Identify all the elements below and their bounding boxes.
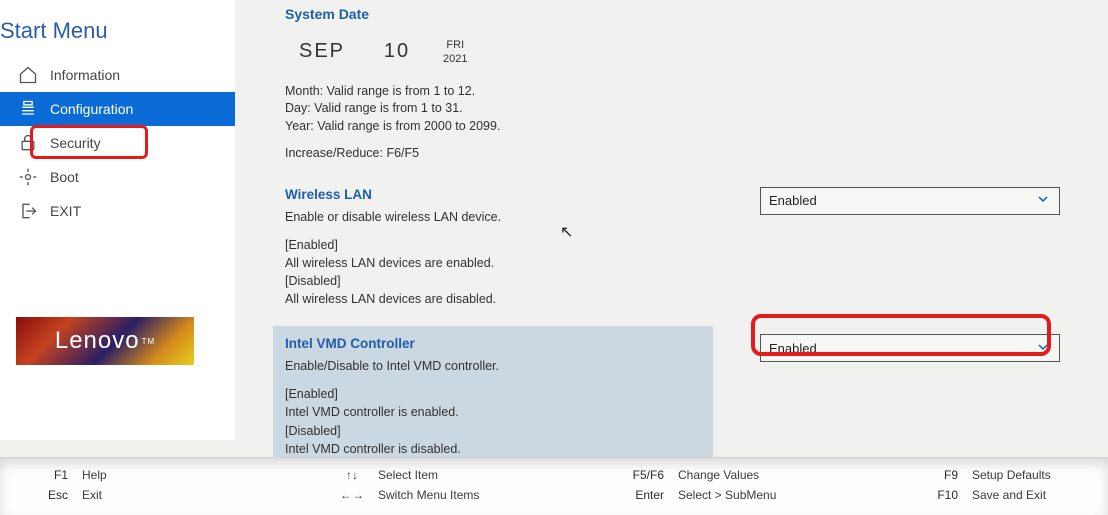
sidebar-item-label: Configuration xyxy=(50,101,133,117)
footer-f1: F1 Help xyxy=(40,468,107,482)
label-select-submenu: Select > SubMenu xyxy=(678,488,776,502)
footer-esc: Esc Exit xyxy=(40,488,107,502)
key-f10: F10 xyxy=(930,488,958,502)
hint-adjust-keys: Increase/Reduce: F6/F5 xyxy=(285,145,1058,163)
footer-col-1: F1 Help Esc Exit xyxy=(40,468,107,502)
system-date-row: SEP 10 FRI 2021 xyxy=(285,32,1058,73)
footer-enter: Enter Select > SubMenu xyxy=(620,488,776,502)
intel-vmd-select-wrap: Enabled xyxy=(760,334,1060,362)
date-month[interactable]: SEP xyxy=(285,32,359,73)
vmd-disabled-desc: Intel VMD controller is disabled. xyxy=(285,442,461,456)
key-esc: Esc xyxy=(40,488,68,502)
wireless-lan-desc: Enable or disable wireless LAN device. [… xyxy=(285,208,715,309)
system-date-title: System Date xyxy=(285,6,1058,22)
sidebar-item-security[interactable]: Security xyxy=(0,126,235,160)
sidebar-item-label: Security xyxy=(50,135,101,151)
key-f5f6: F5/F6 xyxy=(620,468,664,482)
vmd-enabled-desc: Intel VMD controller is enabled. xyxy=(285,405,459,419)
label-select-item: Select Item xyxy=(378,468,438,482)
wireless-lan-title: Wireless LAN xyxy=(285,187,715,202)
date-day[interactable]: 10 xyxy=(367,32,427,73)
label-change-values: Change Values xyxy=(678,468,759,482)
sidebar-item-configuration[interactable]: Configuration xyxy=(0,92,235,126)
sidebar-item-label: Information xyxy=(50,67,120,83)
wlan-disabled-label: [Disabled] xyxy=(285,274,341,288)
system-date-section: System Date SEP 10 FRI 2021 Month: Valid… xyxy=(285,6,1058,163)
footer-col-2: ↑↓ Select Item ←→ Switch Menu Items xyxy=(340,468,479,502)
hint-day: Day: Valid range is from 1 to 31. xyxy=(285,100,1058,118)
footer-switch-items: ←→ Switch Menu Items xyxy=(340,488,479,502)
date-weekday-year[interactable]: FRI 2021 xyxy=(435,32,475,73)
label-help: Help xyxy=(82,468,107,482)
wlan-enabled-desc: All wireless LAN devices are enabled. xyxy=(285,256,494,270)
date-weekday: FRI xyxy=(443,38,467,52)
sidebar-item-label: Boot xyxy=(50,169,79,185)
updown-arrows-icon: ↑↓ xyxy=(340,468,364,482)
main-panel: System Date SEP 10 FRI 2021 Month: Valid… xyxy=(235,0,1108,440)
wlan-disabled-desc: All wireless LAN devices are disabled. xyxy=(285,292,496,306)
start-menu-title: Start Menu xyxy=(0,0,235,58)
footer-col-4: F9 Setup Defaults F10 Save and Exit xyxy=(930,468,1051,502)
label-switch-items: Switch Menu Items xyxy=(378,488,479,502)
trademark: TM xyxy=(142,337,156,346)
key-f9: F9 xyxy=(930,468,958,482)
intel-vmd-value: Enabled xyxy=(769,341,817,356)
key-f1: F1 xyxy=(40,468,68,482)
wireless-lan-row: Wireless LAN Enable or disable wireless … xyxy=(285,187,1058,309)
vmd-enabled-label: [Enabled] xyxy=(285,387,338,401)
footer-f9: F9 Setup Defaults xyxy=(930,468,1051,482)
config-icon xyxy=(18,99,38,119)
hint-month: Month: Valid range is from 1 to 12. xyxy=(285,83,1058,101)
footer-f10: F10 Save and Exit xyxy=(930,488,1051,502)
sidebar-item-boot[interactable]: Boot xyxy=(0,160,235,194)
exit-icon xyxy=(18,201,38,221)
wlan-enabled-label: [Enabled] xyxy=(285,238,338,252)
footer-col-3: F5/F6 Change Values Enter Select > SubMenu xyxy=(620,468,776,502)
lock-icon xyxy=(18,133,38,153)
wireless-lan-value: Enabled xyxy=(769,193,817,208)
wireless-lan-info: Wireless LAN Enable or disable wireless … xyxy=(285,187,725,309)
label-setup-defaults: Setup Defaults xyxy=(972,468,1051,482)
chevron-down-icon xyxy=(1035,191,1051,210)
intel-vmd-select[interactable]: Enabled xyxy=(760,334,1060,362)
boot-icon xyxy=(18,167,38,187)
leftright-arrows-icon: ←→ xyxy=(340,488,364,502)
home-icon xyxy=(18,65,38,85)
brand-logo: LenovoTM xyxy=(16,317,194,365)
intel-vmd-desc: Enable/Disable to Intel VMD controller. … xyxy=(285,357,701,458)
footer-help-bar: F1 Help Esc Exit ↑↓ Select Item ←→ Switch Me… xyxy=(0,457,1108,515)
intel-vmd-info: Intel VMD Controller Enable/Disable to I… xyxy=(273,326,713,468)
date-year: 2021 xyxy=(443,52,467,66)
chevron-down-icon xyxy=(1035,339,1051,358)
wireless-lan-select-wrap: Enabled xyxy=(760,187,1060,215)
hint-year: Year: Valid range is from 2000 to 2099. xyxy=(285,118,1058,136)
vmd-disabled-label: [Disabled] xyxy=(285,424,341,438)
label-save-and-exit: Save and Exit xyxy=(972,488,1046,502)
intel-vmd-title: Intel VMD Controller xyxy=(285,336,701,351)
brand-name: Lenovo xyxy=(55,327,140,355)
vmd-desc-line: Enable/Disable to Intel VMD controller. xyxy=(285,359,499,373)
label-exit: Exit xyxy=(82,488,102,502)
key-enter: Enter xyxy=(620,488,664,502)
sidebar-item-label: EXIT xyxy=(50,203,81,219)
wireless-lan-select[interactable]: Enabled xyxy=(760,187,1060,215)
footer-select-item: ↑↓ Select Item xyxy=(340,468,479,482)
system-date-hints: Month: Valid range is from 1 to 12. Day:… xyxy=(285,83,1058,136)
sidebar-item-information[interactable]: Information xyxy=(0,58,235,92)
sidebar: Start Menu Information Configuration Sec… xyxy=(0,0,235,440)
intel-vmd-row: Intel VMD Controller Enable/Disable to I… xyxy=(285,326,1058,468)
footer-f5f6: F5/F6 Change Values xyxy=(620,468,776,482)
sidebar-item-exit[interactable]: EXIT xyxy=(0,194,235,228)
sidebar-nav: Information Configuration Security Boot xyxy=(0,58,235,228)
wlan-desc-line: Enable or disable wireless LAN device. xyxy=(285,210,501,224)
